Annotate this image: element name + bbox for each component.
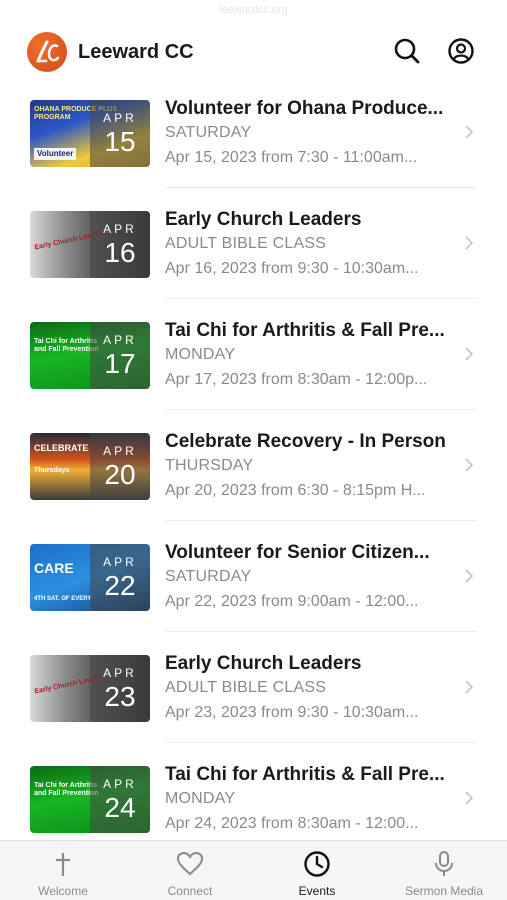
event-subtitle: MONDAY <box>165 346 236 363</box>
date-day: 20 <box>104 459 136 490</box>
row-divider <box>165 631 477 632</box>
event-datetime: Apr 17, 2023 from 8:30am - 12:00p... <box>165 371 428 388</box>
event-subtitle: THURSDAY <box>165 457 254 474</box>
event-title: Volunteer for Ohana Produce... <box>165 98 444 119</box>
thumbnail-text: CARE <box>34 560 74 576</box>
heart-icon <box>176 851 204 876</box>
thumbnail-caption: Thursdays <box>34 467 70 474</box>
event-row[interactable]: Early Church Leaders APR 16 Early Church… <box>0 201 507 312</box>
event-datetime: Apr 23, 2023 from 9:30 - 10:30am... <box>165 704 419 721</box>
event-thumbnail: Early Church Leaders APR 16 <box>30 211 150 278</box>
cross-icon <box>56 853 70 876</box>
chevron-right-icon <box>465 458 474 472</box>
event-subtitle: MONDAY <box>165 790 236 807</box>
date-badge: APR 23 <box>90 655 150 722</box>
date-day: 15 <box>104 126 136 157</box>
date-badge: APR 17 <box>90 322 150 389</box>
tab-connect[interactable]: Connect <box>127 841 253 900</box>
date-month: APR <box>103 666 137 680</box>
chevron-right-icon <box>465 680 474 694</box>
event-datetime: Apr 24, 2023 from 8:30am - 12:00... <box>165 815 419 832</box>
date-month: APR <box>103 333 137 347</box>
event-row[interactable]: Tai Chi for Arthritis and Fall Preventio… <box>0 312 507 423</box>
event-subtitle: SATURDAY <box>165 568 252 585</box>
date-day: 17 <box>104 348 136 379</box>
chevron-right-icon <box>465 236 474 250</box>
tab-welcome[interactable]: Welcome <box>0 841 126 900</box>
chevron-right-icon <box>465 347 474 361</box>
event-title: Early Church Leaders <box>165 209 362 230</box>
date-month: APR <box>103 777 137 791</box>
event-thumbnail: Early Church Leaders APR 23 <box>30 655 150 722</box>
event-thumbnail: CARE 4TH SAT. OF EVERY APR 22 <box>30 544 150 611</box>
event-row[interactable]: Early Church Leaders APR 23 Early Church… <box>0 645 507 756</box>
row-divider <box>165 187 477 188</box>
account-icon[interactable] <box>446 36 476 66</box>
event-datetime: Apr 16, 2023 from 9:30 - 10:30am... <box>165 260 419 277</box>
date-badge: APR 22 <box>90 544 150 611</box>
date-day: 24 <box>104 792 136 823</box>
tab-events[interactable]: Events <box>254 841 380 900</box>
event-title: Tai Chi for Arthritis & Fall Pre... <box>165 320 445 341</box>
event-subtitle: ADULT BIBLE CLASS <box>165 235 327 252</box>
event-title: Early Church Leaders <box>165 653 362 674</box>
tab-label: Welcome <box>38 884 88 898</box>
date-day: 23 <box>104 681 136 712</box>
tab-bar: Welcome Connect Events Sermon Media <box>0 840 507 900</box>
tab-label: Events <box>298 884 336 898</box>
row-divider <box>165 298 477 299</box>
event-datetime: Apr 20, 2023 from 6:30 - 8:15pm H... <box>165 482 426 499</box>
date-badge: APR 20 <box>90 433 150 500</box>
event-row[interactable]: OHANA PRODUCE PLUS PROGRAM Volunteer APR… <box>0 90 507 201</box>
event-datetime: Apr 15, 2023 from 7:30 - 11:00am... <box>165 149 418 166</box>
event-thumbnail: CELEBRATE Thursdays APR 20 <box>30 433 150 500</box>
search-icon[interactable] <box>392 36 422 66</box>
date-month: APR <box>103 444 137 458</box>
date-month: APR <box>103 555 137 569</box>
thumbnail-caption: 4TH SAT. OF EVERY <box>34 596 92 602</box>
event-datetime: Apr 22, 2023 from 9:00am - 12:00... <box>165 593 419 610</box>
event-title: Tai Chi for Arthritis & Fall Pre... <box>165 764 445 785</box>
date-badge: APR 16 <box>90 211 150 278</box>
thumbnail-text: CELEBRATE <box>34 443 89 453</box>
tab-label: Connect <box>167 884 213 898</box>
event-row[interactable]: CARE 4TH SAT. OF EVERY APR 22 Volunteer … <box>0 534 507 645</box>
event-subtitle: ADULT BIBLE CLASS <box>165 679 327 696</box>
tab-label: Sermon Media <box>404 884 484 898</box>
app-title: Leeward CC <box>78 41 194 63</box>
date-badge: APR 24 <box>90 766 150 833</box>
clock-icon <box>304 851 330 877</box>
date-day: 16 <box>104 237 136 268</box>
event-thumbnail: Tai Chi for Arthritis and Fall Preventio… <box>30 322 150 389</box>
tab-sermon-media[interactable]: Sermon Media <box>381 841 507 900</box>
app-header: Leeward CC <box>0 28 507 78</box>
chevron-right-icon <box>465 125 474 139</box>
event-thumbnail: OHANA PRODUCE PLUS PROGRAM Volunteer APR… <box>30 100 150 167</box>
microphone-icon <box>435 851 453 876</box>
date-badge: APR 15 <box>90 100 150 167</box>
event-row[interactable]: CELEBRATE Thursdays APR 20 Celebrate Rec… <box>0 423 507 534</box>
event-title: Celebrate Recovery - In Person <box>165 431 446 452</box>
chevron-right-icon <box>465 791 474 805</box>
date-month: APR <box>103 222 137 236</box>
url-hint: leewardcc.org <box>219 4 288 16</box>
chevron-right-icon <box>465 569 474 583</box>
thumbnail-caption: Volunteer <box>34 148 77 160</box>
date-day: 22 <box>104 570 136 601</box>
event-title: Volunteer for Senior Citizen... <box>165 542 430 563</box>
date-month: APR <box>103 111 137 125</box>
row-divider <box>165 742 477 743</box>
row-divider <box>165 409 477 410</box>
event-subtitle: SATURDAY <box>165 124 252 141</box>
row-divider <box>165 520 477 521</box>
leeward-cc-logo <box>27 32 67 72</box>
event-thumbnail: Tai Chi for Arthritis and Fall Preventio… <box>30 766 150 833</box>
